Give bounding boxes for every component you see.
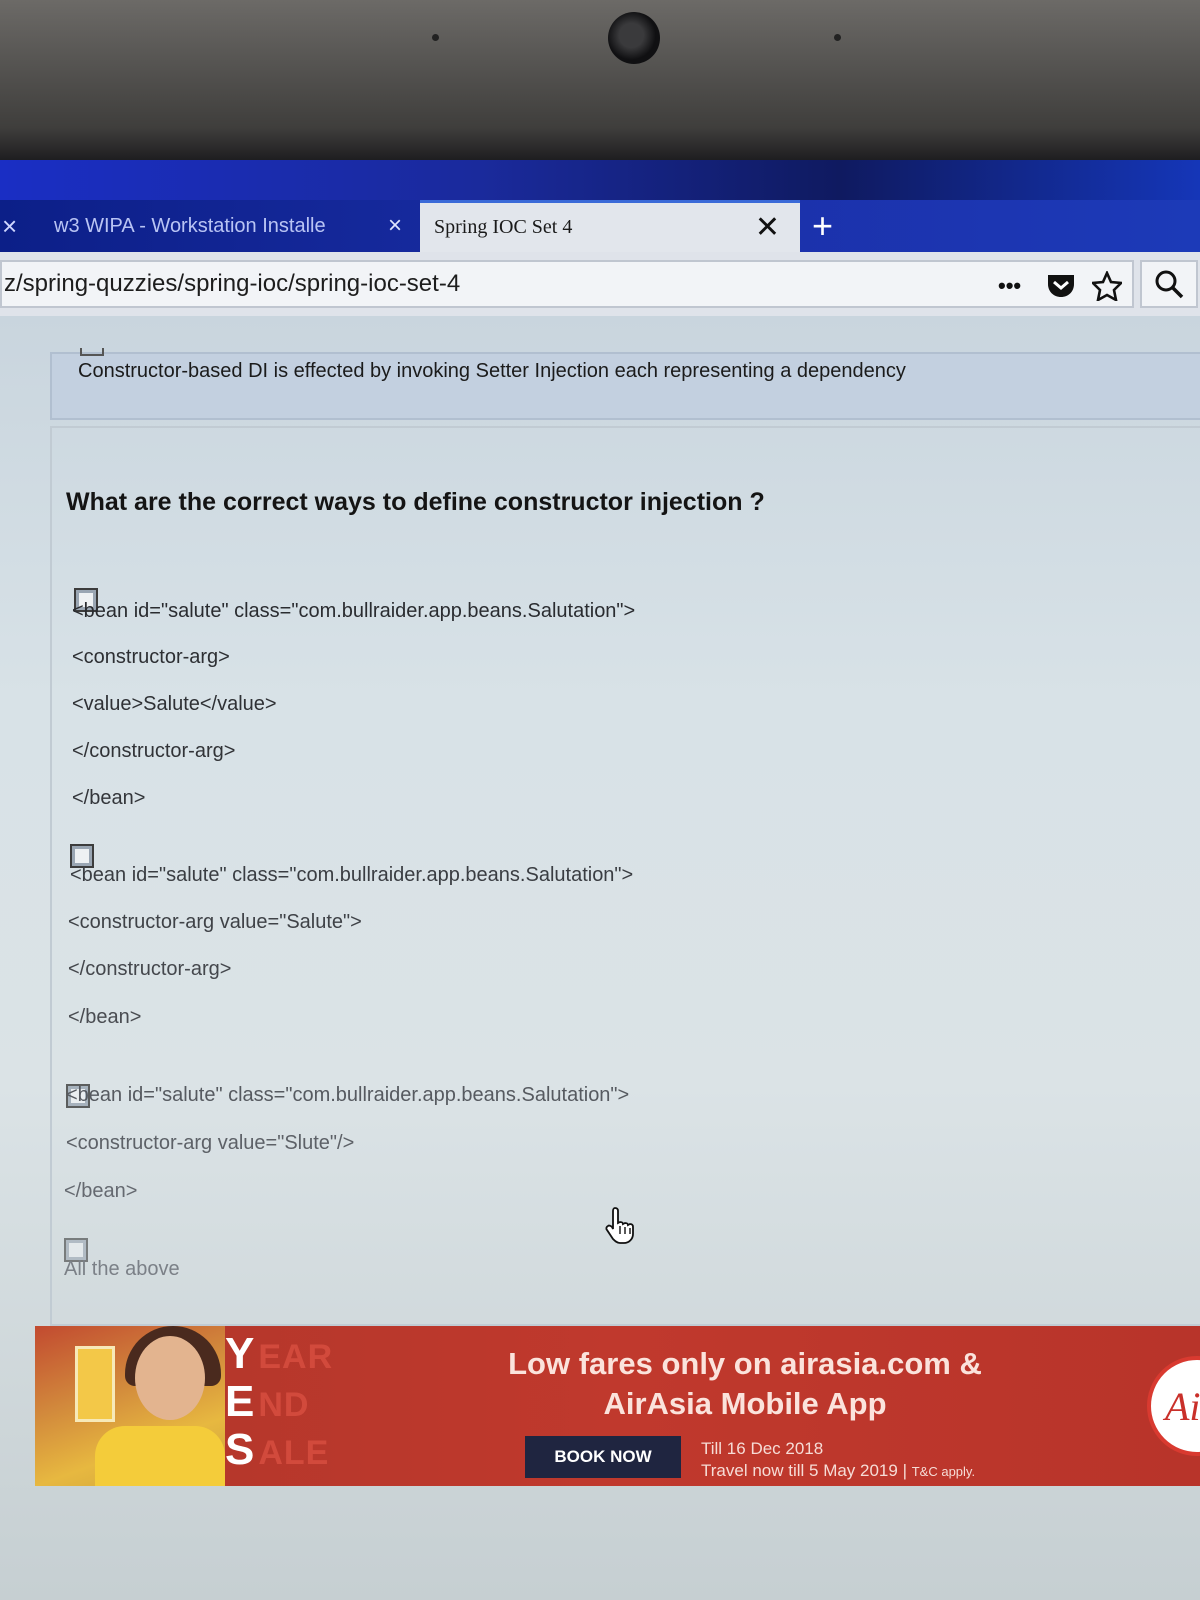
- navigation-bar: z/spring-quzzies/spring-ioc/spring-ioc-s…: [0, 252, 1200, 316]
- pocket-icon[interactable]: [1046, 262, 1076, 310]
- ad-terms-line: Till 16 Dec 2018: [701, 1439, 824, 1458]
- option-code-line: <constructor-arg value="Slute"/>: [66, 1132, 355, 1154]
- tab-label: Spring IOC Set 4: [434, 216, 573, 238]
- ad-yes-line: E ND: [225, 1380, 310, 1425]
- ad-yes-word: EAR: [258, 1338, 334, 1376]
- tab-wipa[interactable]: w3 WIPA - Workstation Installe ×: [40, 200, 420, 252]
- option-code-line: <bean id="salute" class="com.bullraider.…: [70, 864, 634, 886]
- bezel-dot: [432, 34, 439, 41]
- desktop-background: [0, 160, 1200, 200]
- laptop-bezel: [0, 0, 1200, 160]
- tab-label: w3 WIPA - Workstation Installe: [54, 214, 326, 237]
- ad-photo-glass: [75, 1346, 115, 1422]
- ad-travel-dates: Travel now till 5 May 2019: [701, 1461, 898, 1480]
- tab-bar: × w3 WIPA - Workstation Installe × Sprin…: [0, 200, 1200, 252]
- close-icon[interactable]: ✕: [755, 210, 780, 245]
- option-code-line: <value>Salute</value>: [72, 693, 277, 715]
- ad-headline: Low fares only on airasia.com & AirAsia …: [465, 1344, 1025, 1424]
- url-text[interactable]: z/spring-quzzies/spring-ioc/spring-ioc-s…: [2, 270, 460, 298]
- book-now-button[interactable]: BOOK NOW: [525, 1436, 681, 1478]
- ad-yes-word: ALE: [258, 1434, 330, 1472]
- ad-yes-line: Y EAR: [225, 1332, 334, 1377]
- url-bar[interactable]: z/spring-quzzies/spring-ioc/spring-ioc-s…: [0, 260, 1134, 308]
- option-code-line: <bean id="salute" class="com.bullraider.…: [66, 1084, 630, 1106]
- option-code-line: <bean id="salute" class="com.bullraider.…: [72, 600, 636, 622]
- airasia-logo[interactable]: Ai: [1147, 1356, 1200, 1456]
- more-icon[interactable]: •••: [998, 262, 1021, 310]
- option-text: All the above: [64, 1258, 180, 1280]
- airasia-ad-banner[interactable]: Y EAR E ND S ALE Low fares only on airasia.…: [35, 1326, 1200, 1486]
- ad-terms-line: Travel now till 5 May 2019 | T&C apply.: [701, 1461, 976, 1480]
- ad-photo-shirt: [95, 1426, 225, 1486]
- option-code-line: </bean>: [72, 787, 146, 809]
- option-text: Constructor-based DI is effected by invo…: [78, 360, 906, 382]
- option-code-line: <constructor-arg value="Salute">: [68, 911, 362, 933]
- previous-question-card: Constructor-based DI is effected by invo…: [50, 348, 1200, 420]
- bezel-dot: [834, 34, 841, 41]
- search-icon[interactable]: [1140, 260, 1198, 308]
- hand-cursor-icon: [605, 1207, 634, 1244]
- ad-photo-face: [135, 1336, 205, 1420]
- ad-yes-letter: Y: [225, 1329, 255, 1378]
- tab-spring-ioc[interactable]: Spring IOC Set 4 ✕: [420, 200, 800, 252]
- option-code-line: </bean>: [68, 1006, 142, 1028]
- close-icon[interactable]: ×: [0, 200, 40, 252]
- ad-tc-link[interactable]: T&C apply.: [912, 1464, 975, 1479]
- ad-headline-line: AirAsia Mobile App: [603, 1386, 887, 1421]
- ad-yes-line: S ALE: [225, 1428, 330, 1473]
- star-icon[interactable]: [1092, 262, 1122, 310]
- close-icon[interactable]: ×: [388, 212, 402, 240]
- ad-photo: [35, 1326, 225, 1486]
- ad-yes-letter: E: [225, 1377, 255, 1426]
- ad-headline-line: Low fares only on airasia.com &: [508, 1346, 982, 1381]
- option-code-line: </constructor-arg>: [72, 740, 236, 762]
- page-content: Constructor-based DI is effected by invo…: [0, 316, 1200, 1600]
- option-checkbox[interactable]: [80, 348, 104, 356]
- webcam: [608, 12, 660, 64]
- option-code-line: </constructor-arg>: [68, 958, 232, 980]
- option-code-line: <constructor-arg>: [72, 646, 230, 668]
- plus-icon[interactable]: +: [812, 200, 833, 252]
- ad-yes-letter: S: [225, 1425, 255, 1474]
- ad-terms: Till 16 Dec 2018 Travel now till 5 May 2…: [701, 1438, 975, 1483]
- option-code-line: </bean>: [64, 1180, 138, 1202]
- ad-yes-word: ND: [258, 1386, 310, 1424]
- question-text: What are the correct ways to define cons…: [66, 488, 765, 516]
